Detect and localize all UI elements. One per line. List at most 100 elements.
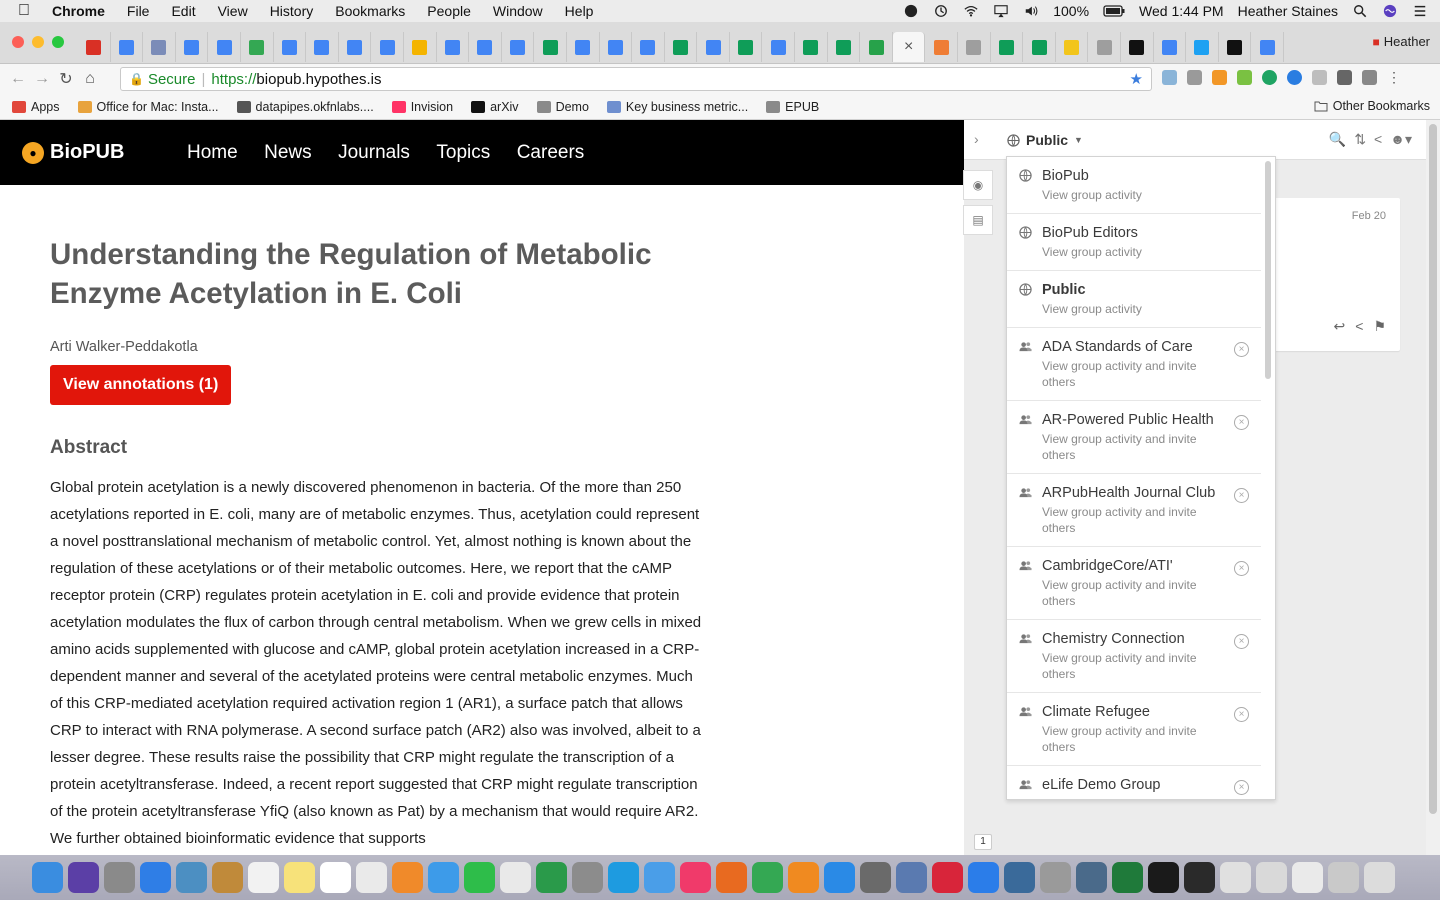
dock-app-icon[interactable] [356,862,387,893]
extension-icon[interactable] [1212,70,1227,85]
group-activity-link[interactable]: View group activity [1042,244,1217,260]
browser-tab[interactable] [1121,32,1154,62]
dock-app-icon[interactable] [248,862,279,893]
menu-dots-icon[interactable]: ⋮ [1387,70,1402,85]
leave-group-icon[interactable]: × [1234,415,1249,430]
browser-tab[interactable] [795,32,828,62]
dock-app-icon[interactable] [1112,862,1143,893]
user-menu-icon[interactable]: ☻▾ [1390,131,1412,148]
leave-group-icon[interactable]: × [1234,780,1249,795]
address-bar[interactable]: 🔒 Secure | https:// biopub.hypothes.is ★ [120,67,1152,91]
dock-app-icon[interactable] [932,862,963,893]
dock-app-icon[interactable] [1076,862,1107,893]
reload-icon[interactable]: ↻ [54,69,78,89]
annotation-date[interactable]: Feb 20 [1352,210,1386,222]
group-activity-link[interactable]: View group activity and invite others [1042,358,1217,390]
browser-tab[interactable] [143,32,176,62]
annotation-card[interactable]: Feb 20 ↩ < ⚑ [1274,198,1400,351]
browser-tab[interactable] [730,32,763,62]
dock-app-icon[interactable] [68,862,99,893]
nav-news[interactable]: News [264,142,312,163]
collapse-sidebar-icon[interactable]: › [974,131,979,147]
browser-tab[interactable] [111,32,144,62]
browser-tab[interactable] [567,32,600,62]
zoom-window-button[interactable] [52,36,64,48]
dock-app-icon[interactable] [464,862,495,893]
browser-tab[interactable] [469,32,502,62]
forward-arrow-icon[interactable]: → [30,70,54,88]
browser-tab[interactable] [762,32,796,62]
group-item[interactable]: ARPubHealth Journal Club View group activ… [1007,474,1261,547]
bookmark-item[interactable]: Key business metric... [606,100,748,114]
back-arrow-icon[interactable]: ← [6,70,30,88]
nav-topics[interactable]: Topics [436,142,490,163]
menu-bookmarks[interactable]: Bookmarks [335,3,405,19]
browser-tab[interactable] [306,32,339,62]
browser-tab[interactable] [1186,32,1219,62]
group-item[interactable]: Climate Refugee View group activity and i… [1007,693,1261,766]
share-icon[interactable]: < [1355,318,1363,335]
browser-tab[interactable] [665,32,698,62]
browser-tab[interactable] [1023,32,1056,62]
dock-app-icon[interactable] [572,862,603,893]
flag-icon[interactable]: ⚑ [1373,318,1386,335]
other-bookmarks-folder[interactable]: Other Bookmarks [1314,99,1430,113]
browser-tab[interactable] [925,32,959,62]
extension-icon[interactable] [1162,70,1177,85]
dock-app-icon[interactable] [392,862,423,893]
scrollbar-thumb[interactable] [1429,124,1437,814]
browser-tab[interactable] [1088,32,1121,62]
group-item[interactable]: Public View group activity [1007,271,1261,328]
menu-people[interactable]: People [427,3,471,19]
group-activity-link[interactable]: View group activity and invite others [1042,504,1217,536]
group-item[interactable]: CambridgeCore/ATI' View group activity an… [1007,547,1261,620]
volume-icon[interactable] [1023,4,1039,18]
group-selector[interactable]: Public ▼ [1007,132,1083,148]
close-tab-icon[interactable]: × [904,38,913,56]
menu-view[interactable]: View [218,3,248,19]
group-item[interactable]: BioPub View group activity [1007,157,1261,214]
nav-careers[interactable]: Careers [517,142,585,163]
menubar-user[interactable]: Heather Staines [1238,3,1338,19]
dock-app-icon[interactable] [212,862,243,893]
annotations-note-icon[interactable]: ▤ [963,205,993,235]
active-tab[interactable]: × [892,32,926,62]
menu-window[interactable]: Window [493,3,543,19]
dock-app-icon[interactable] [680,862,711,893]
browser-tab[interactable] [991,32,1024,62]
dock-app-icon[interactable] [752,862,783,893]
bookmark-star-icon[interactable]: ★ [1130,70,1143,88]
browser-tab[interactable] [1056,32,1089,62]
dock-app-icon[interactable] [968,862,999,893]
leave-group-icon[interactable]: × [1234,561,1249,576]
browser-tab[interactable] [958,32,991,62]
group-activity-link[interactable]: View group activity and invite others [1042,723,1217,755]
browser-tab[interactable] [404,32,437,62]
group-item[interactable]: ADA Standards of Care View group activity… [1007,328,1261,401]
menu-help[interactable]: Help [565,3,594,19]
dock-app-icon[interactable] [608,862,639,893]
bookmark-item[interactable]: datapipes.okfnlabs.... [236,100,374,114]
sort-icon[interactable]: ⇅ [1354,131,1366,148]
nav-home[interactable]: Home [187,142,238,163]
browser-tab[interactable] [208,32,241,62]
browser-tab[interactable] [1154,32,1187,62]
profile-chip[interactable]: ■ Heather [1373,34,1431,49]
extension-icon[interactable] [1337,70,1352,85]
reply-icon[interactable]: ↩ [1334,318,1346,335]
group-activity-link[interactable]: View group activity and invite others [1042,577,1217,609]
bookmark-item[interactable]: arXiv [471,100,519,114]
dock-app-icon[interactable] [428,862,459,893]
browser-tab[interactable] [600,32,633,62]
apple-icon[interactable]:  [18,2,36,20]
minimize-window-button[interactable] [32,36,44,48]
dock-app-icon[interactable] [1292,862,1323,893]
biopub-logo[interactable]: ● BioPUB [22,141,187,164]
group-item[interactable]: Chemistry Connection View group activity … [1007,620,1261,693]
dock-app-icon[interactable] [1220,862,1251,893]
sidebar-scrollbar[interactable] [1426,120,1440,855]
time-machine-icon[interactable] [933,4,949,18]
dock-app-icon[interactable] [500,862,531,893]
group-item[interactable]: eLife Demo Group View group activity and … [1007,766,1261,799]
browser-tab[interactable] [1251,32,1284,62]
